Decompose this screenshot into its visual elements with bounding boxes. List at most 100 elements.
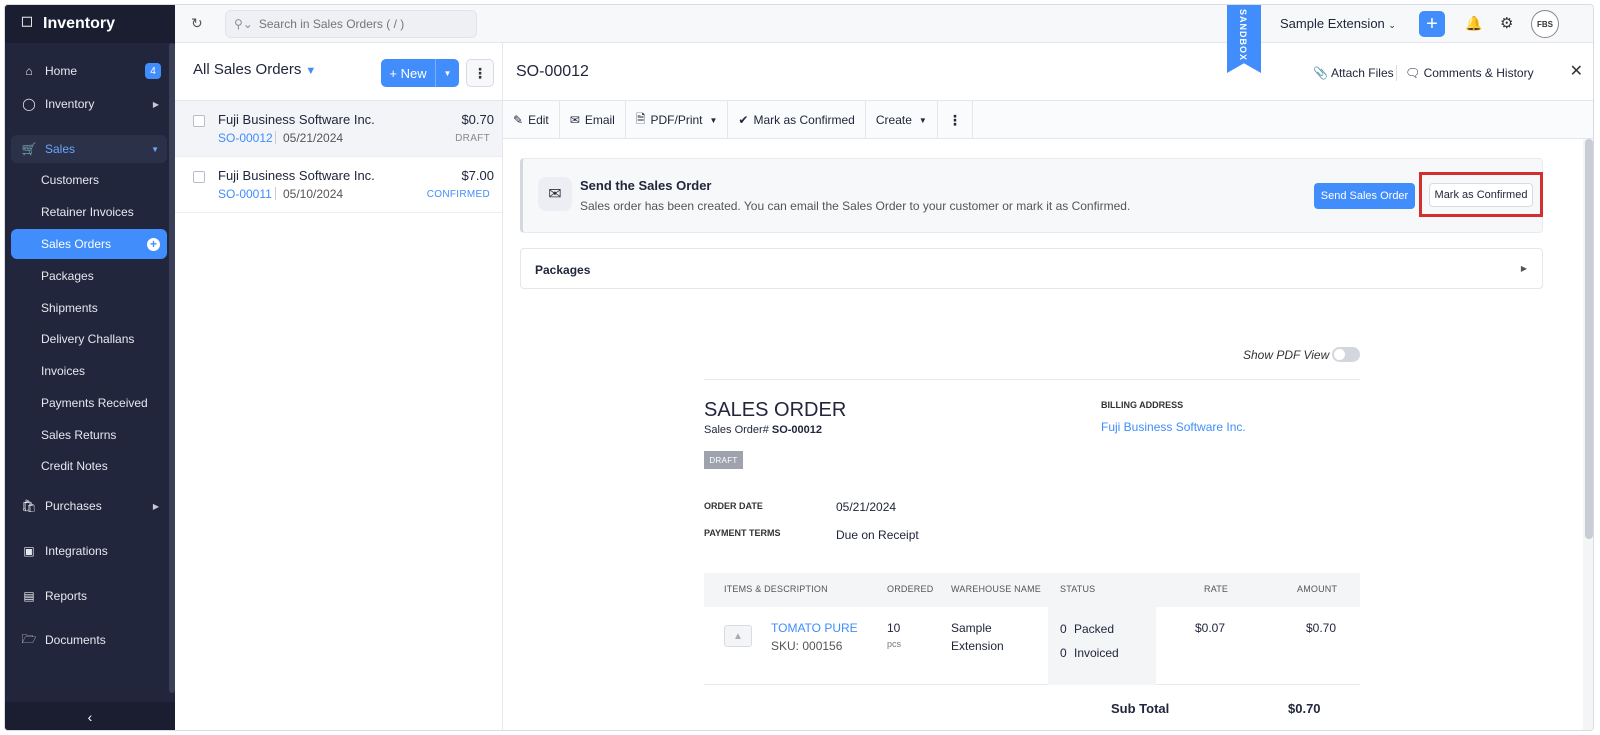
new-dropdown-icon[interactable]: ▼ <box>435 59 459 87</box>
status-badge: DRAFT <box>455 133 490 144</box>
item-name-link[interactable]: TOMATO PURE <box>771 621 858 635</box>
pdf-icon: 🗎 <box>635 111 646 126</box>
comments-history-button[interactable]: 🗨 Comments & History <box>1405 66 1534 80</box>
mark-as-confirmed-button[interactable]: Mark as Confirmed <box>1429 183 1533 207</box>
column-header: STATUS <box>1060 584 1096 594</box>
reports-icon: ▤ <box>23 589 35 603</box>
send-sales-order-button[interactable]: Send Sales Order <box>1314 183 1415 209</box>
list-item[interactable]: Fuji Business Software Inc. $0.70 SO-000… <box>175 101 502 157</box>
new-button-label: + New <box>389 65 427 81</box>
document-number-value: SO-00012 <box>771 424 823 436</box>
mark-confirmed-toolbar-button[interactable]: ✔ Mark as Confirmed <box>728 101 866 139</box>
email-label: Email <box>584 113 615 127</box>
sidebar-item-documents[interactable]: 🗁 Documents <box>11 626 167 654</box>
sidebar-sub-customers[interactable]: Customers <box>11 165 167 195</box>
search-box[interactable]: ⚲⌄ <box>225 10 477 38</box>
billing-customer-link[interactable]: Fuji Business Software Inc. <box>1101 420 1246 434</box>
sidebar-sub-delivery-challans[interactable]: Delivery Challans <box>11 324 167 354</box>
sidebar-sub-sales-orders[interactable]: Sales Orders + <box>11 229 167 259</box>
divider <box>275 187 276 200</box>
search-input[interactable] <box>258 17 459 31</box>
bag-icon: 🛍 <box>21 499 37 513</box>
organization-name: Sample Extension <box>1280 16 1385 31</box>
pdf-view-toggle[interactable] <box>1332 347 1360 362</box>
packages-section[interactable]: Packages ▶ <box>520 248 1543 289</box>
sidebar-item-inventory[interactable]: ◯ Inventory ▶ <box>11 90 167 118</box>
invoiced-label: Invoiced <box>1074 646 1119 660</box>
billing-address-label: BILLING ADDRESS <box>1101 400 1184 410</box>
order-date-value: 05/21/2024 <box>836 500 897 514</box>
create-button[interactable]: Create ▼ <box>866 101 938 139</box>
sidebar-item-label: Sales <box>45 142 76 156</box>
paperclip-icon: 📎 <box>1313 66 1328 80</box>
create-label: Create <box>875 113 912 127</box>
more-options-icon[interactable]: ⋮ <box>466 59 494 87</box>
packed-count: 0 <box>1060 622 1067 636</box>
list-item[interactable]: Fuji Business Software Inc. $7.00 SO-000… <box>175 157 502 213</box>
item-sku: SKU: 000156 <box>771 639 843 653</box>
pdf-print-button[interactable]: 🗎 PDF/Print ▼ <box>626 101 729 139</box>
email-button[interactable]: ✉ Email <box>560 101 626 139</box>
row-checkbox[interactable] <box>193 115 205 127</box>
chevron-right-icon: ▶ <box>152 99 159 109</box>
payment-terms-label: PAYMENT TERMS <box>704 528 781 538</box>
detail-scrollbar[interactable] <box>1585 139 1593 539</box>
sidebar-sub-credit-notes[interactable]: Credit Notes <box>11 451 167 481</box>
status-badge: DRAFT <box>704 451 743 469</box>
bell-icon[interactable]: 🔔 <box>1465 15 1482 32</box>
organization-switcher[interactable]: Sample Extension ⌄ <box>1280 16 1396 31</box>
sidebar-item-reports[interactable]: ▤ Reports <box>11 582 167 610</box>
more-actions-icon[interactable]: ⋮ <box>938 101 973 139</box>
sidebar-sub-payments-received[interactable]: Payments Received <box>11 388 167 418</box>
sidebar-sub-packages[interactable]: Packages <box>11 261 167 291</box>
list-view-selector[interactable]: All Sales Orders ▼ <box>193 61 316 78</box>
inventory-logo-icon: 🗆 <box>21 13 33 31</box>
item-rate: $0.07 <box>1195 621 1226 635</box>
packed-label: Packed <box>1074 622 1115 636</box>
banner-text: Sales order has been created. You can em… <box>580 199 1131 213</box>
sidebar-item-sales[interactable]: 🛒 Sales ▼ <box>11 135 167 163</box>
quick-create-button[interactable]: + <box>1419 11 1445 37</box>
sandbox-ribbon: SANDBOX <box>1227 5 1261 73</box>
invoiced-count: 0 <box>1060 646 1067 660</box>
search-icon[interactable]: ⚲⌄ <box>234 17 253 31</box>
column-header: ITEMS & DESCRIPTION <box>724 584 828 594</box>
collapse-sidebar-button[interactable]: ‹ <box>5 702 175 730</box>
pdf-view-label: Show PDF View <box>1243 348 1330 362</box>
divider <box>704 379 1360 380</box>
app-name: Inventory <box>43 15 116 32</box>
document-number: Sales Order# SO-00012 <box>704 424 822 436</box>
recent-history-icon[interactable]: ↻ <box>191 15 203 32</box>
sidebar-sub-sales-returns[interactable]: Sales Returns <box>11 420 167 450</box>
chevron-left-icon: ‹ <box>87 709 93 725</box>
sidebar-sub-shipments[interactable]: Shipments <box>11 293 167 323</box>
add-sales-order-icon[interactable]: + <box>147 237 160 251</box>
document-title: SALES ORDER <box>704 399 847 421</box>
sidebar-sub-invoices[interactable]: Invoices <box>11 356 167 386</box>
divider <box>275 131 276 144</box>
column-header: AMOUNT <box>1297 584 1338 594</box>
close-icon[interactable]: ✕ <box>1570 61 1583 81</box>
avatar[interactable]: FBS <box>1531 10 1559 38</box>
new-button[interactable]: + New ▼ <box>381 59 459 87</box>
brand[interactable]: 🗆 Inventory <box>5 5 175 43</box>
warehouse-name: Sample <box>951 621 992 635</box>
items-table-header: ITEMS & DESCRIPTION ORDERED WAREHOUSE NA… <box>704 573 1360 607</box>
sidebar-sub-retainer-invoices[interactable]: Retainer Invoices <box>11 197 167 227</box>
attach-files-button[interactable]: 📎 Attach Files <box>1313 66 1394 80</box>
chevron-down-icon: ⌄ <box>1388 20 1396 30</box>
sidebar-item-home[interactable]: ⌂ Home 4 <box>11 57 167 85</box>
chevron-down-icon: ▼ <box>305 65 317 77</box>
banner-title: Send the Sales Order <box>580 178 712 193</box>
home-icon: ⌂ <box>25 64 33 78</box>
list-header: All Sales Orders ▼ + New ▼ ⋮ <box>175 43 502 101</box>
divider <box>1396 65 1397 81</box>
sidebar-item-purchases[interactable]: 🛍 Purchases ▶ <box>11 492 167 520</box>
envelope-icon: ✉ <box>538 177 572 211</box>
document-number-label: Sales Order# <box>704 424 769 436</box>
sidebar-item-integrations[interactable]: ▣ Integrations <box>11 537 167 565</box>
row-checkbox[interactable] <box>193 171 205 183</box>
edit-button[interactable]: ✎ Edit <box>503 101 560 139</box>
gear-icon[interactable]: ⚙ <box>1500 14 1513 32</box>
chevron-right-icon: ▶ <box>152 501 159 511</box>
